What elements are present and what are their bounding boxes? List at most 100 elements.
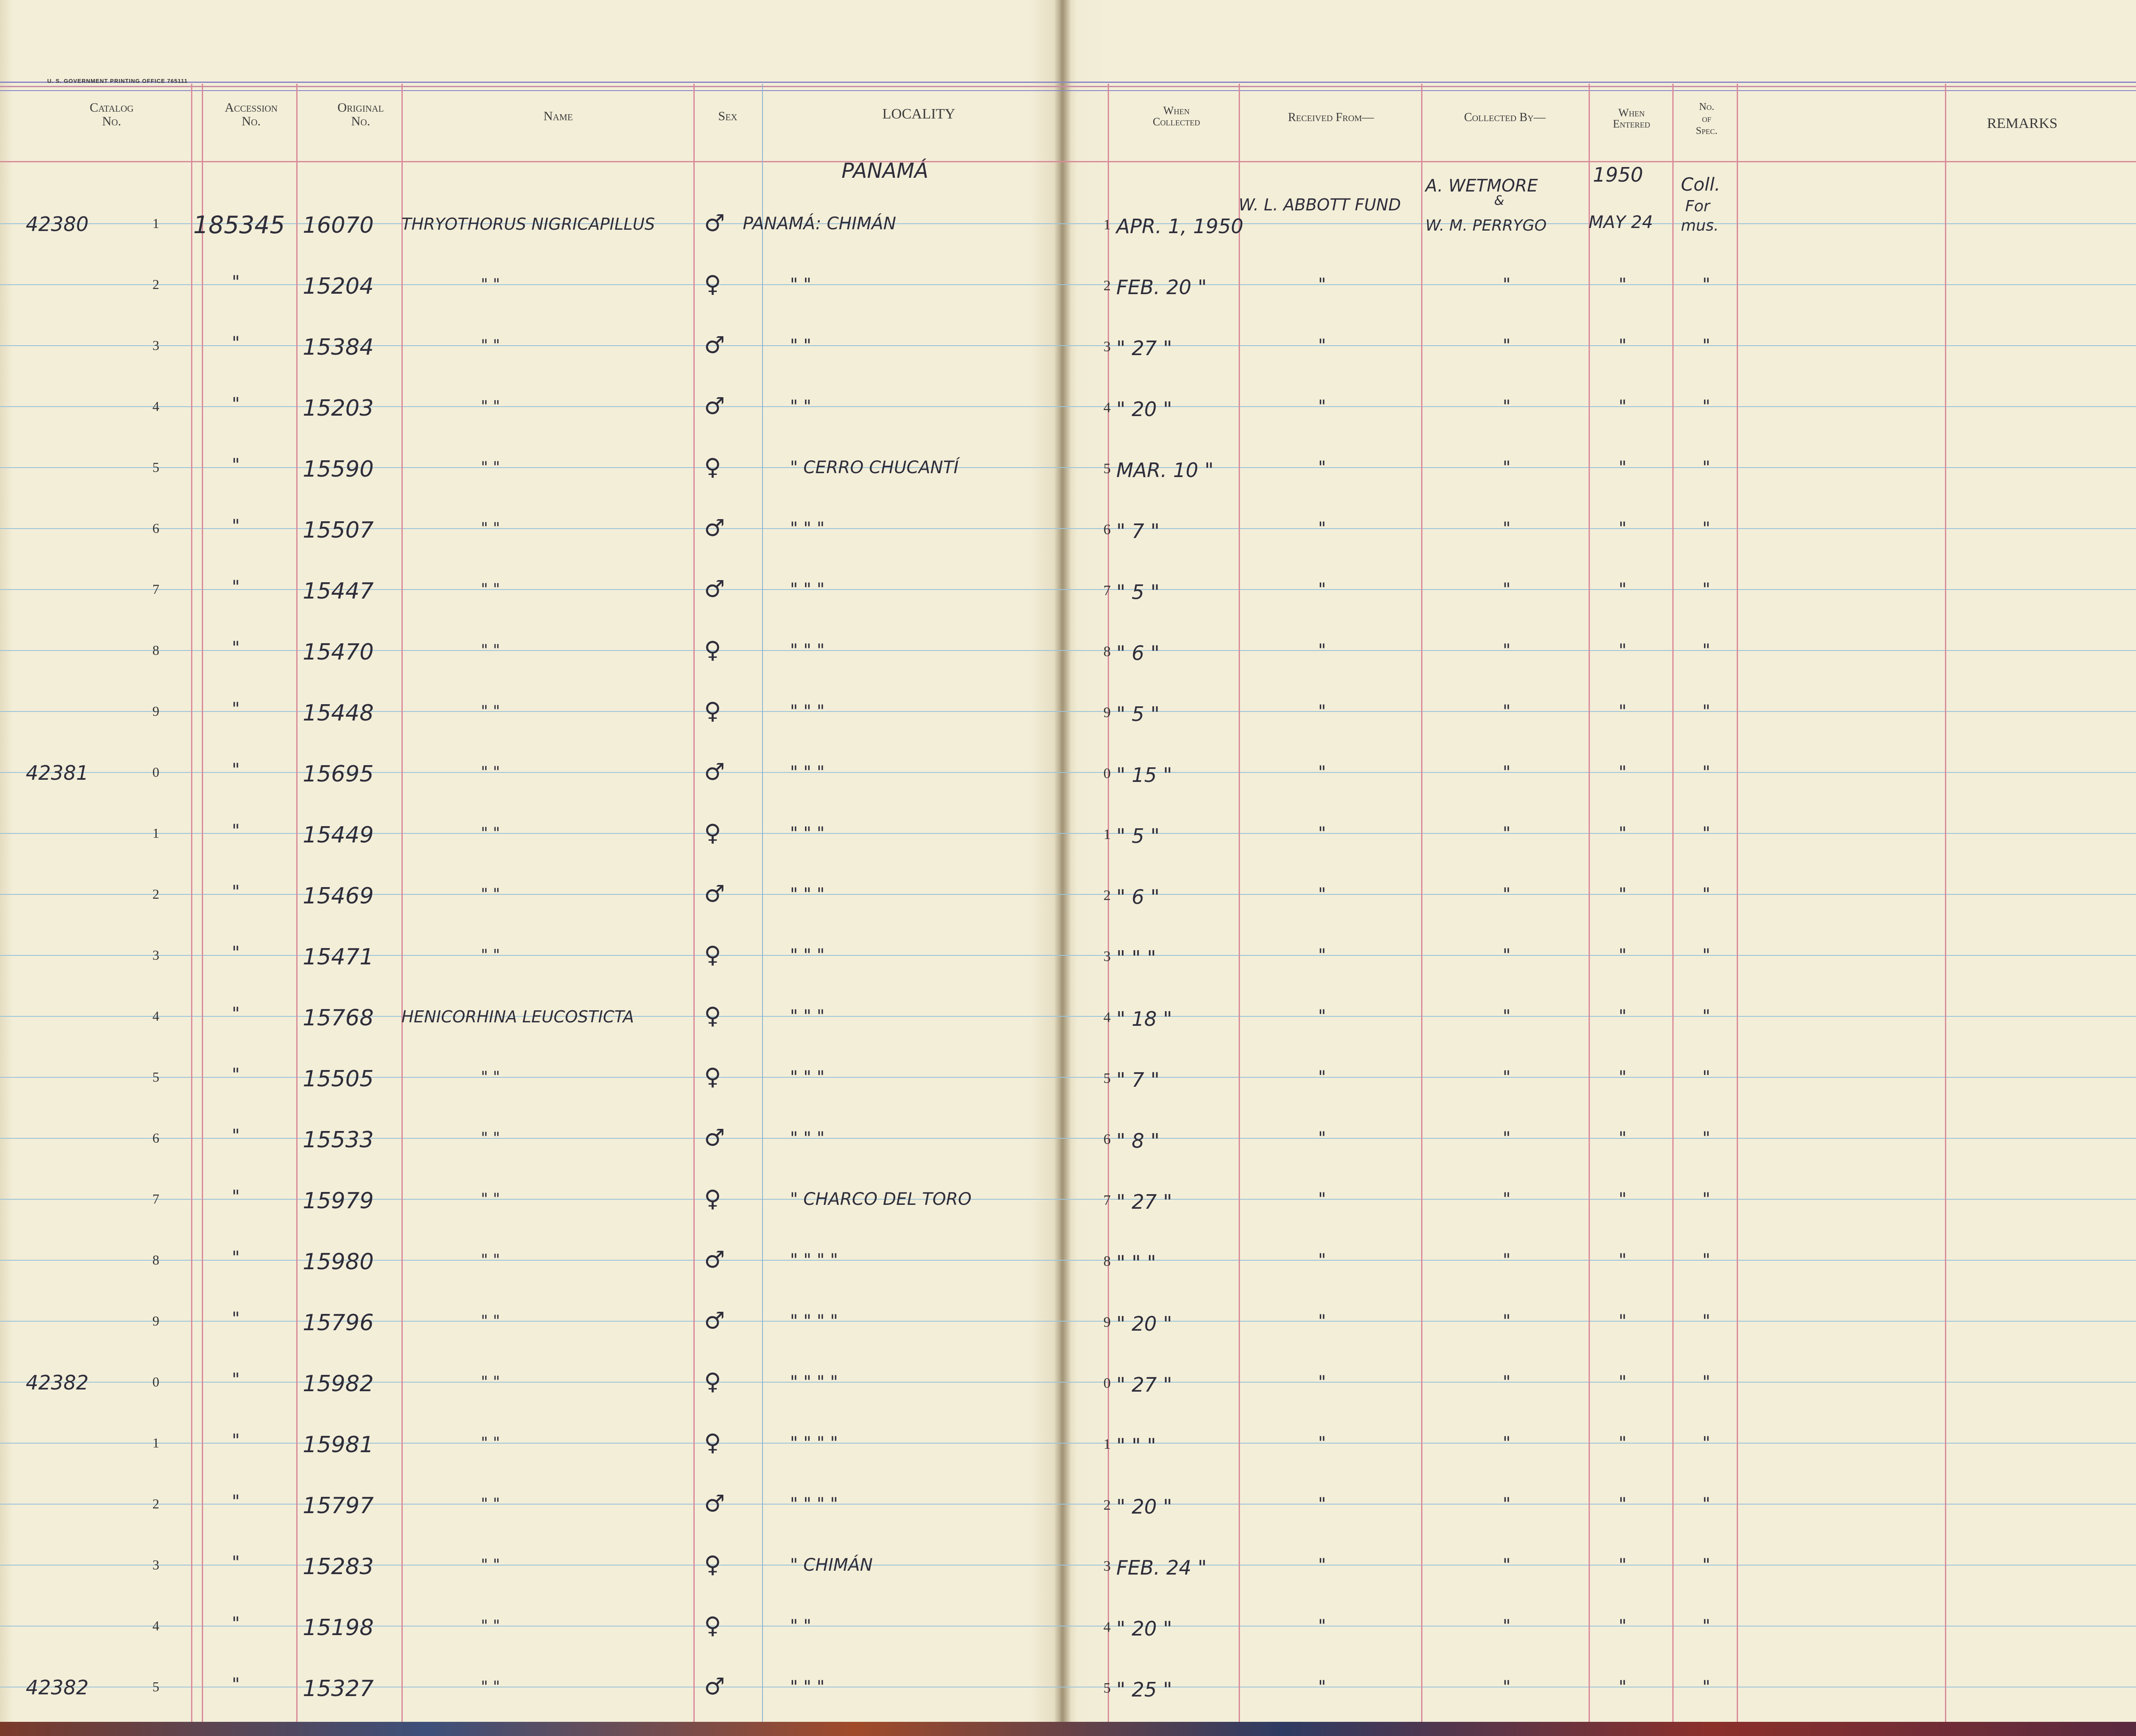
locality-text: " " <box>790 1616 811 1636</box>
collected-by: " <box>1503 1311 1511 1331</box>
no-of-spec: " <box>1702 763 1711 782</box>
when-entered: " <box>1619 885 1627 904</box>
when-entered: " <box>1619 763 1627 782</box>
received-from: " <box>1318 1006 1326 1026</box>
specimen-name: " " <box>481 398 500 415</box>
when-digit: 2 <box>1103 278 1111 294</box>
when-collected: " 8 " <box>1116 1129 1160 1152</box>
original-number: 15448 <box>303 700 374 726</box>
accession-number: " <box>232 516 240 536</box>
specimen-name: " " <box>481 885 500 903</box>
no-of-spec: " <box>1702 885 1711 904</box>
specimen-name: " " <box>481 1495 500 1513</box>
when-collected: " 20 " <box>1116 1495 1173 1518</box>
sex-symbol: ♀ <box>704 697 721 724</box>
received-from: " <box>1318 1677 1326 1697</box>
specimen-name: " " <box>481 1312 500 1330</box>
sex-symbol: ♀ <box>704 636 721 663</box>
header-catalog-no: Catalog No. <box>89 100 134 128</box>
accession-number: " <box>232 821 240 841</box>
locality-text: " " " " <box>790 1372 838 1392</box>
header-when-entered: When Entered <box>1613 106 1650 130</box>
specimen-name: " " <box>481 824 500 842</box>
original-number: 15283 <box>303 1554 374 1580</box>
catalog-digit: 4 <box>152 398 159 414</box>
catalog-prefix: 42380 <box>26 213 89 236</box>
no-of-spec: " <box>1702 1311 1711 1331</box>
received-from: " <box>1318 1128 1326 1148</box>
specimen-name: " " <box>481 1068 500 1086</box>
when-entered: " <box>1619 1494 1627 1514</box>
catalog-digit: 5 <box>152 1069 159 1085</box>
sex-symbol: ♂ <box>704 1673 725 1700</box>
original-number: 15470 <box>303 639 374 665</box>
locality-text: " " " <box>790 1006 825 1026</box>
when-entered: " <box>1619 824 1627 843</box>
collected-by: " <box>1503 1250 1511 1270</box>
received-from: " <box>1318 1311 1326 1331</box>
when-digit: 0 <box>1103 766 1111 781</box>
printer-imprint: U. S. GOVERNMENT PRINTING OFFICE 765111 <box>47 78 188 84</box>
accession-number: " <box>232 272 240 292</box>
catalog-digit: 2 <box>152 1496 159 1511</box>
catalog-digit: 3 <box>152 337 159 353</box>
when-digit: 8 <box>1103 644 1111 660</box>
when-digit: 0 <box>1103 1375 1111 1391</box>
when-collected: " 20 " <box>1116 1617 1173 1640</box>
original-number: 15981 <box>303 1432 374 1458</box>
locality-text: " " " " <box>790 1433 838 1453</box>
no-of-spec: " <box>1702 1128 1711 1148</box>
no-of-spec: " <box>1702 397 1711 417</box>
locality-text: " " " <box>790 519 825 538</box>
received-from: " <box>1318 641 1326 660</box>
when-collected: " 27 " <box>1116 1373 1173 1396</box>
received-from: " <box>1318 1616 1326 1636</box>
when-entered: " <box>1619 641 1627 660</box>
sex-symbol: ♂ <box>704 392 725 420</box>
received-from-first: W. L. ABBOTT FUND <box>1239 195 1401 214</box>
collected-by: " <box>1503 1494 1511 1514</box>
accession-number: " <box>232 394 240 414</box>
collected-by: " <box>1503 397 1511 417</box>
catalog-digit: 2 <box>152 277 159 292</box>
when-collected: " 7 " <box>1116 1068 1160 1091</box>
entered-year: 1950 <box>1593 163 1644 186</box>
when-digit: 5 <box>1103 461 1111 477</box>
specimen-name: " " <box>481 1678 500 1696</box>
locality-text: " " " <box>790 702 825 721</box>
specimen-name: " " <box>481 1251 500 1269</box>
original-number: 15982 <box>303 1371 374 1397</box>
when-digit: 9 <box>1103 705 1111 721</box>
specimen-name: " " <box>481 459 500 476</box>
ledger-spread: U. S. GOVERNMENT PRINTING OFFICE 765111 … <box>0 0 2136 1736</box>
when-digit: 5 <box>1103 1070 1111 1086</box>
specimen-name: " " <box>481 946 500 964</box>
locality-text: " " <box>790 397 811 417</box>
no-of-spec: " <box>1702 641 1711 660</box>
when-entered: " <box>1619 580 1627 599</box>
specimen-name: " " <box>481 1129 500 1147</box>
catalog-digit: 5 <box>152 459 159 475</box>
locality-text: " " " " <box>790 1494 838 1514</box>
received-from: " <box>1318 1189 1326 1209</box>
sex-symbol: ♀ <box>704 1429 721 1456</box>
sex-symbol: ♀ <box>704 941 721 968</box>
collected-by-ampersand: & <box>1494 193 1504 208</box>
when-entered: " <box>1619 519 1627 538</box>
no-of-spec: " <box>1702 580 1711 599</box>
when-collected: " 5 " <box>1116 581 1160 604</box>
sex-symbol: ♂ <box>704 1124 725 1151</box>
no-of-spec: " <box>1702 946 1711 965</box>
specimen-name: " " <box>481 763 500 781</box>
when-entered: " <box>1619 1067 1627 1087</box>
sex-symbol: ♂ <box>704 210 725 237</box>
when-entered: " <box>1619 1433 1627 1453</box>
locality-text: " " " <box>790 946 825 965</box>
catalog-digit: 5 <box>152 1679 159 1694</box>
no-of-spec: " <box>1702 1250 1711 1270</box>
specimen-name: " " <box>481 276 500 293</box>
collected-by: " <box>1503 458 1511 477</box>
when-collected: FEB. 24 " <box>1116 1556 1207 1579</box>
when-digit: 3 <box>1103 339 1111 355</box>
sex-symbol: ♀ <box>704 1063 721 1090</box>
